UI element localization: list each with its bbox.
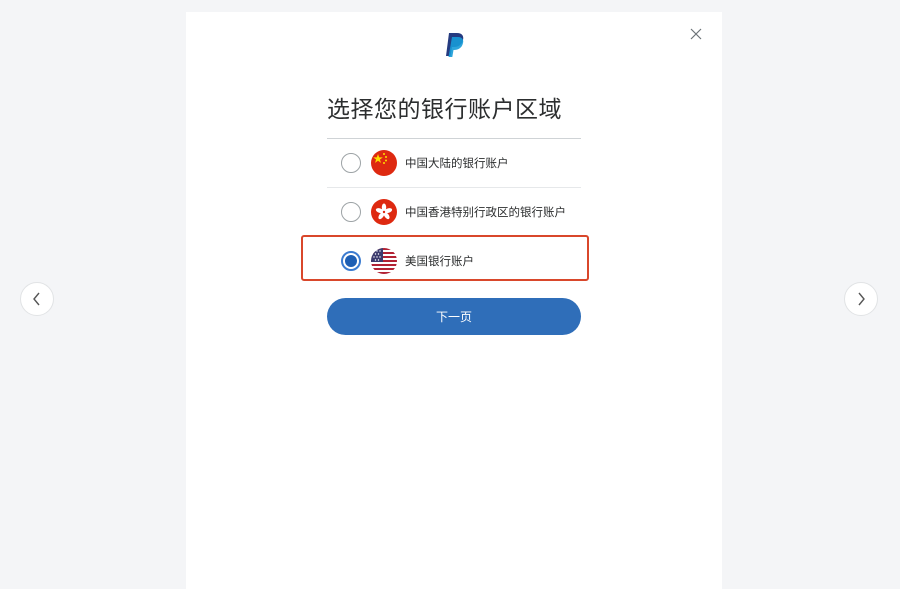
carousel-next-button[interactable] <box>844 282 878 316</box>
option-label: 中国香港特别行政区的银行账户 <box>405 205 566 219</box>
option-united-states[interactable]: 美国银行账户 <box>327 237 581 285</box>
option-mainland-china[interactable]: 中国大陆的银行账户 <box>327 139 581 187</box>
option-hong-kong[interactable]: 中国香港特别行政区的银行账户 <box>327 188 581 236</box>
paypal-logo <box>446 33 464 57</box>
option-label: 美国银行账户 <box>405 254 474 268</box>
close-button[interactable] <box>686 24 706 44</box>
close-icon <box>690 28 702 40</box>
carousel-prev-button[interactable] <box>20 282 54 316</box>
radio-button[interactable] <box>341 153 361 173</box>
page-title: 选择您的银行账户区域 <box>327 97 562 123</box>
china-flag-icon <box>371 150 397 176</box>
radio-dot <box>345 255 357 267</box>
chevron-right-icon <box>858 292 865 306</box>
radio-button-selected[interactable] <box>341 251 361 271</box>
radio-button[interactable] <box>341 202 361 222</box>
option-label: 中国大陆的银行账户 <box>405 156 509 170</box>
bank-region-dialog: 选择您的银行账户区域 中国大陆的银行账户 中国香港特别行政区的银行账户 美国银行… <box>186 12 722 589</box>
chevron-left-icon <box>33 292 40 306</box>
hong-kong-flag-icon <box>371 199 397 225</box>
next-page-button[interactable]: 下一页 <box>327 298 581 335</box>
us-flag-icon <box>371 248 397 274</box>
